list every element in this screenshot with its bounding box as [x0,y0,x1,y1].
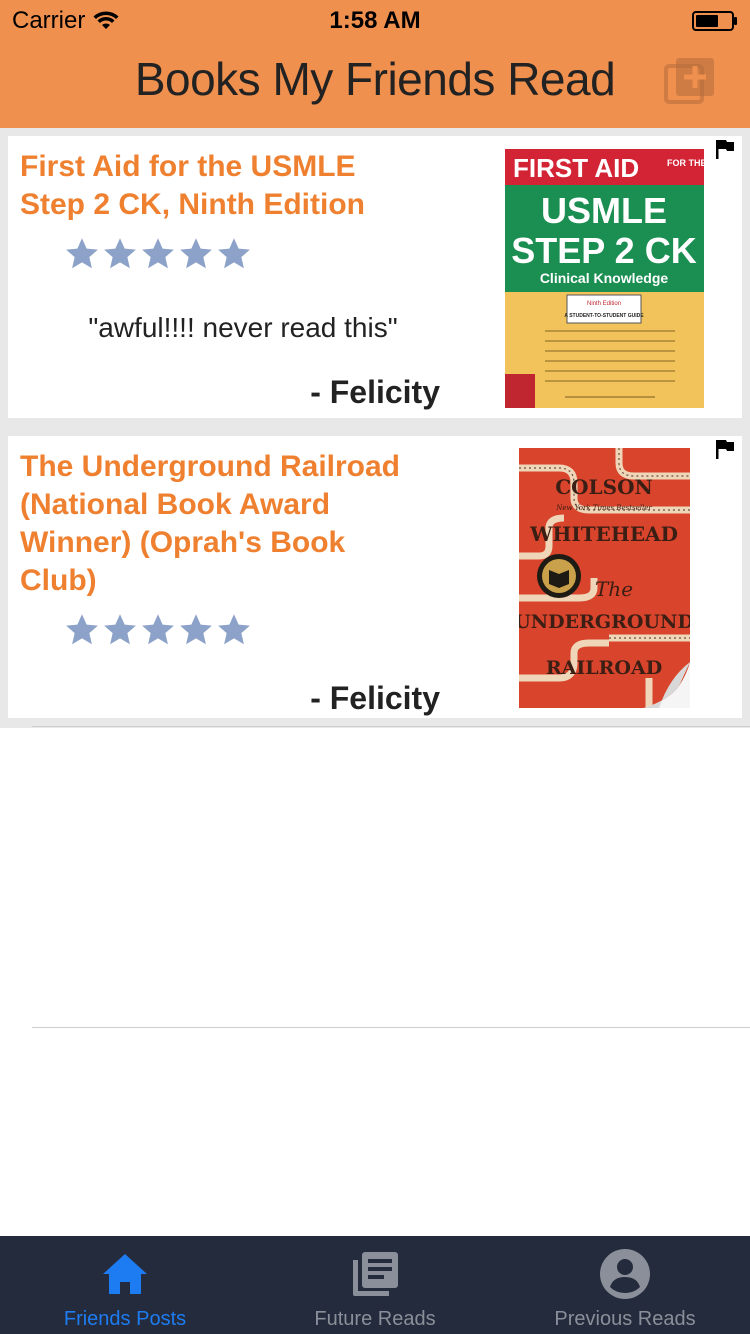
page-title: Books My Friends Read [134,53,616,105]
cover-line1-small: FOR THE [667,158,704,168]
reviewer-name: - Felicity [310,680,440,716]
cover-title3: RAILROAD [546,657,662,679]
review-text: "awful!!!! never read this" [88,312,398,343]
friends-posts-feed[interactable]: First Aid for the USMLE Step 2 CK, Ninth… [0,128,750,728]
flag-icon[interactable] [714,438,736,460]
list-divider [32,726,750,727]
cover-badge: Ninth Edition [587,301,621,307]
tab-label: Friends Posts [63,1308,187,1330]
post-card[interactable]: First Aid for the USMLE Step 2 CK, Ninth… [8,136,742,418]
book-list-icon [353,1252,398,1296]
star-icon [218,238,250,269]
book-title[interactable]: The Underground Railroad (National Book … [20,448,400,600]
star-icon [104,238,136,269]
tab-bar: Friends Posts Future Reads Previous Read… [0,1236,750,1334]
star-icon [104,614,136,645]
star-icon [142,614,174,645]
cover-badge2: A STUDENT-TO-STUDENT GUIDE [564,313,644,319]
reviewer-name: - Felicity [310,374,440,410]
cover-line4: Clinical Knowledge [540,270,669,286]
star-icon [66,238,98,269]
list-divider [32,1027,750,1028]
status-time: 1:58 AM [329,7,421,34]
tab-friends-posts[interactable]: Friends Posts [0,1236,250,1334]
cover-author1: COLSON [555,475,653,499]
tab-label: Future Reads [314,1308,436,1330]
book-cover-art: FIRST AID FOR THE USMLE STEP 2 CK Clinic… [505,149,704,408]
star-icon [142,238,174,269]
star-icon [180,238,212,269]
star-icon [180,614,212,645]
cover-title1: The [595,577,633,601]
tab-previous-reads[interactable]: Previous Reads [500,1236,750,1334]
cover-line2: USMLE [541,190,667,231]
cover-tagline: New York Times Bestseller [555,504,652,512]
cover-author2: WHITEHEAD [529,522,678,546]
post-card[interactable]: The Underground Railroad (National Book … [8,436,742,718]
book-cover-image[interactable]: COLSON WHITEHEAD New York Times Bestsell… [519,448,690,708]
star-icon [218,614,250,645]
status-bar: Carrier 1:58 AM [0,0,750,40]
add-library-icon[interactable] [664,56,716,108]
screen: Carrier 1:58 AM Books My Friends Read Fi… [0,0,750,1334]
tab-future-reads[interactable]: Future Reads [250,1236,500,1334]
home-icon [103,1254,147,1294]
book-title[interactable]: First Aid for the USMLE Step 2 CK, Ninth… [20,148,400,224]
cover-line1: FIRST AID [513,153,639,183]
cover-title2: UNDERGROUND [519,611,690,633]
book-cover-art: COLSON WHITEHEAD New York Times Bestsell… [519,448,690,708]
flag-icon[interactable] [714,138,736,160]
account-icon [600,1249,650,1299]
app-header: Carrier 1:58 AM Books My Friends Read [0,0,750,128]
star-icon [66,614,98,645]
book-cover-image[interactable]: FIRST AID FOR THE USMLE STEP 2 CK Clinic… [505,149,704,408]
star-rating [64,612,252,648]
cover-line3: STEP 2 CK [511,230,696,271]
star-rating [64,236,252,272]
tab-label: Previous Reads [554,1308,696,1330]
battery-icon [692,11,737,31]
